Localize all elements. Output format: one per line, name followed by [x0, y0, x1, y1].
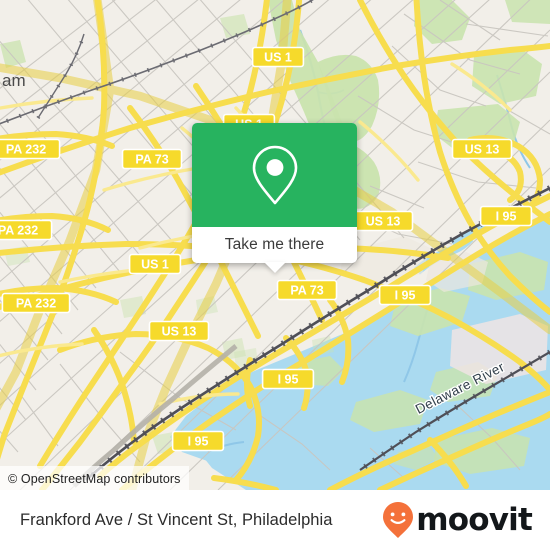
map-screenshot-root: Delaware River am US 1US 1US 13PA 232PA …	[0, 0, 550, 550]
route-shield-label: PA 232	[6, 143, 46, 157]
route-shield-label: US 13	[465, 143, 500, 157]
route-shield-label: US 1	[264, 51, 292, 65]
moovit-wordmark: moovit	[416, 502, 533, 538]
city-label-partial: am	[2, 71, 26, 90]
bottom-info-bar: Frankford Ave / St Vincent St, Philadelp…	[0, 490, 550, 550]
route-shield: US 13	[451, 138, 513, 160]
route-shield: PA 73	[121, 148, 183, 170]
map-pin-icon	[252, 145, 297, 205]
route-shield: I 95	[378, 284, 432, 306]
route-shield-label: PA 232	[16, 297, 56, 311]
osm-attribution[interactable]: © OpenStreetMap contributors	[0, 466, 189, 490]
location-popup-card[interactable]: Take me there	[192, 123, 357, 273]
route-shield: I 95	[261, 368, 315, 390]
route-shield-label: PA 232	[0, 224, 38, 238]
route-shield-label: PA 73	[135, 153, 168, 167]
route-shield-label: I 95	[395, 289, 416, 303]
route-shield: PA 232	[1, 292, 71, 314]
route-shield-label: I 95	[278, 373, 299, 387]
route-shield: PA 73	[276, 279, 338, 301]
route-shield: US 1	[128, 253, 182, 275]
route-shield: I 95	[479, 205, 533, 227]
route-shield-label: I 95	[496, 210, 517, 224]
route-shield-label: US 13	[162, 325, 197, 339]
route-shield: I 95	[171, 430, 225, 452]
route-shield-label: PA 73	[290, 284, 323, 298]
route-shield: PA 232	[0, 219, 53, 241]
route-shield: US 1	[251, 46, 305, 68]
route-shield-label: I 95	[188, 435, 209, 449]
popup-icon-panel	[192, 123, 357, 227]
place-name-label: Frankford Ave / St Vincent St, Philadelp…	[20, 510, 333, 529]
route-shield-label: US 13	[366, 215, 401, 229]
moovit-logo[interactable]: moovit	[382, 501, 533, 539]
route-shield: PA 232	[0, 138, 61, 160]
moovit-pin-icon	[383, 502, 414, 538]
route-shield: US 13	[352, 210, 414, 232]
popup-action-bar[interactable]: Take me there	[192, 227, 357, 273]
take-me-there-label: Take me there	[224, 236, 325, 253]
svg-text:am: am	[2, 71, 26, 90]
popup-pointer	[263, 262, 286, 273]
route-shield: US 13	[148, 320, 210, 342]
route-shield-label: US 1	[141, 258, 169, 272]
